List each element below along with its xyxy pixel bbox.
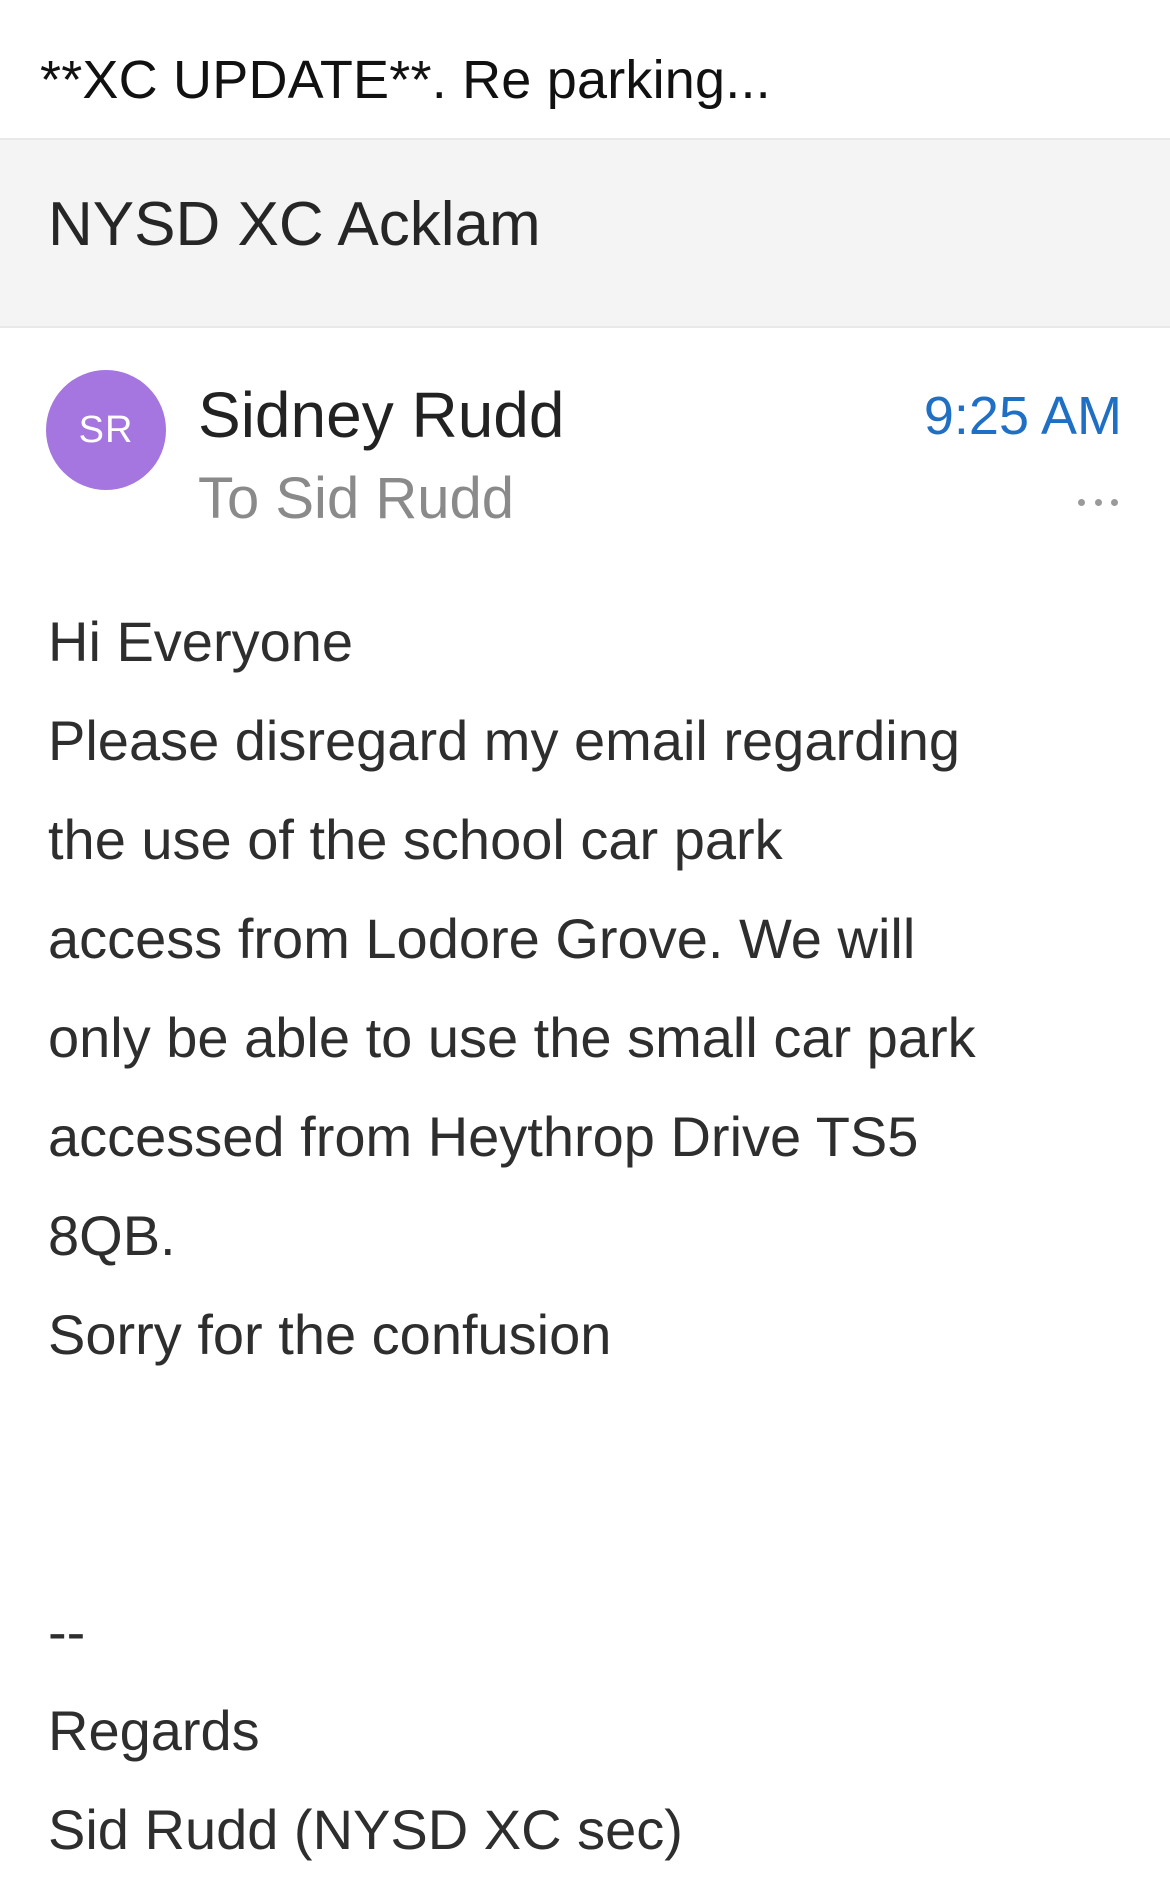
sender-name[interactable]: Sidney Rudd (198, 370, 564, 460)
avatar[interactable]: SR (46, 370, 166, 490)
signature: Sid Rudd (NYSD XC sec) (48, 1798, 683, 1861)
body-line: Please disregard my email regarding (48, 709, 960, 772)
recipient-line[interactable]: To Sid Rudd (198, 456, 514, 542)
body-line: the use of the school car park (48, 808, 783, 871)
ellipsis-icon[interactable] (1078, 482, 1118, 522)
body-line: 8QB. (48, 1204, 176, 1267)
email-time: 9:25 AM (923, 386, 1122, 446)
signature-separator: -- (48, 1600, 86, 1663)
post-title: **XC UPDATE**. Re parking... (40, 50, 771, 110)
email-subject: NYSD XC Acklam (48, 190, 541, 259)
body-line: only be able to use the small car park (48, 1006, 976, 1069)
ellipsis-dot (1078, 498, 1085, 506)
ellipsis-dot (1111, 498, 1118, 506)
signoff: Regards (48, 1699, 260, 1762)
body-apology: Sorry for the confusion (48, 1303, 612, 1366)
body-line: access from Lodore Grove. We will (48, 907, 916, 970)
body-line: accessed from Heythrop Drive TS5 (48, 1105, 919, 1168)
email-body: Hi Everyone Please disregard my email re… (48, 592, 1138, 1879)
email-subject-bar: NYSD XC Acklam (0, 138, 1170, 328)
body-greeting: Hi Everyone (48, 610, 354, 673)
ellipsis-dot (1094, 498, 1102, 506)
